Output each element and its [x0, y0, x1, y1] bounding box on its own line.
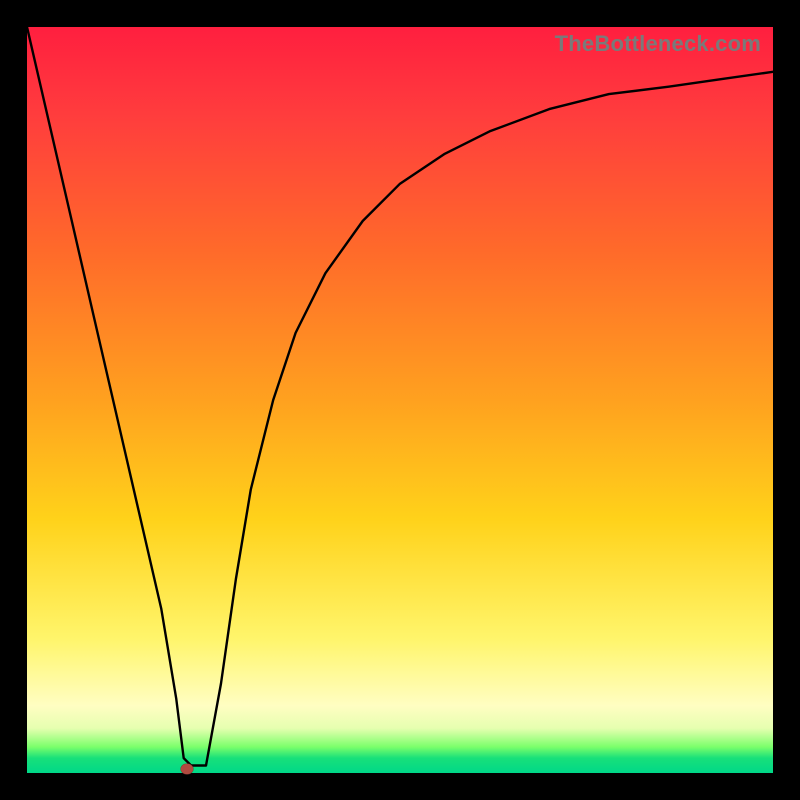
bottleneck-curve: [27, 27, 773, 773]
plot-area: TheBottleneck.com: [27, 27, 773, 773]
watermark-text: TheBottleneck.com: [555, 31, 761, 57]
optimal-point-marker: [181, 764, 194, 775]
chart-frame: TheBottleneck.com: [0, 0, 800, 800]
